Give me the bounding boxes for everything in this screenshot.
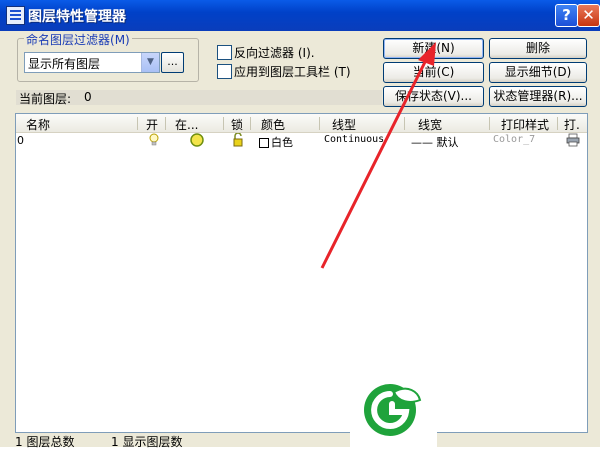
logo-mark [350, 370, 437, 447]
red-arrow-annotation [320, 42, 436, 269]
